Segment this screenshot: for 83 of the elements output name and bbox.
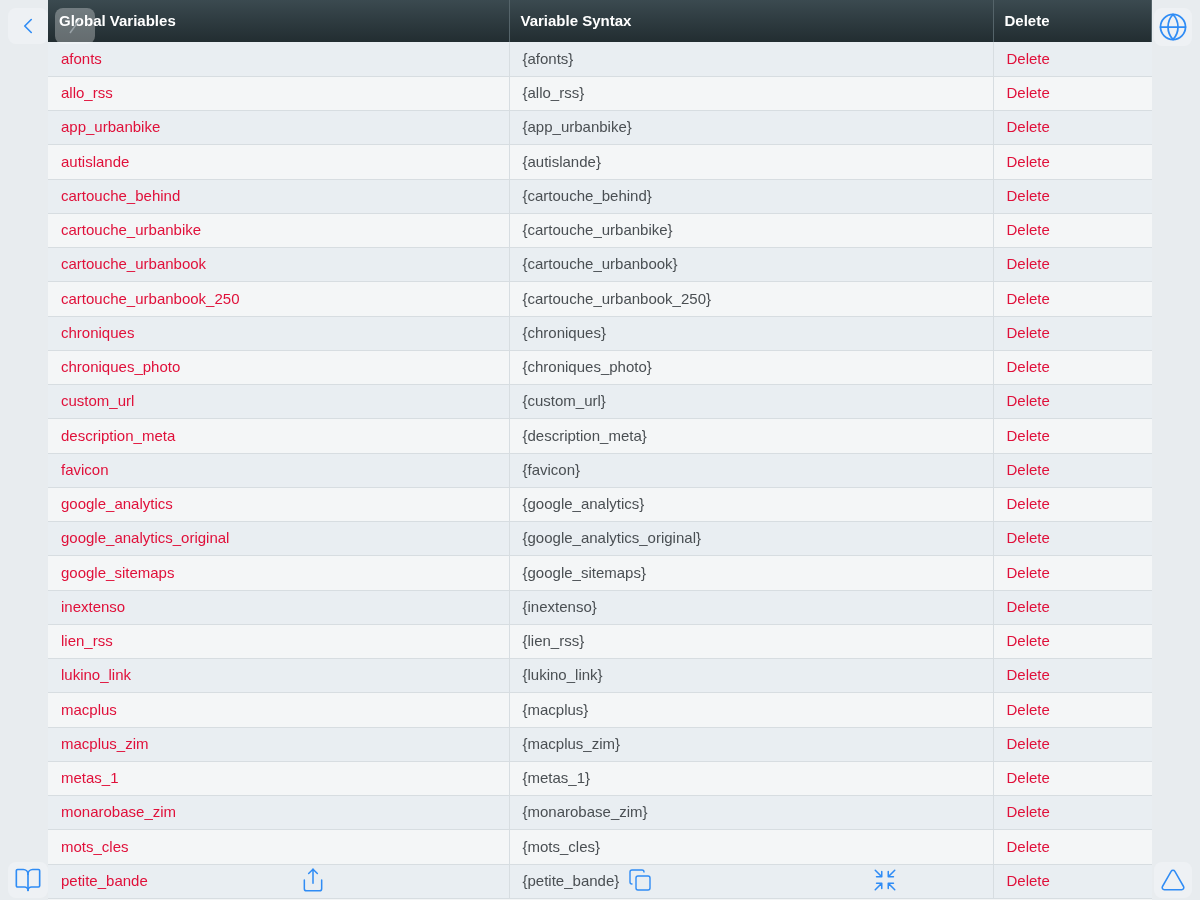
delete-link[interactable]: Delete xyxy=(1006,358,1050,376)
variable-name-link[interactable]: inextenso xyxy=(61,597,126,615)
variable-syntax: {custom_url} xyxy=(522,392,606,410)
variable-syntax: {afonts} xyxy=(522,49,574,67)
variable-syntax: {lien_rss} xyxy=(522,632,585,650)
delete-link[interactable]: Delete xyxy=(1006,255,1050,273)
variable-name-link[interactable]: google_analytics_original xyxy=(61,529,230,547)
variable-syntax: {monarobase_zim} xyxy=(522,803,648,821)
variable-syntax: {chroniques_photo} xyxy=(522,358,652,376)
delete-link[interactable]: Delete xyxy=(1006,221,1050,239)
variable-name-link[interactable]: custom_url xyxy=(61,392,135,410)
variable-name-link[interactable]: metas_1 xyxy=(61,769,119,787)
variable-name-link[interactable]: macplus xyxy=(61,700,117,718)
variable-syntax: {google_analytics_original} xyxy=(522,529,701,547)
delete-link[interactable]: Delete xyxy=(1006,84,1050,102)
variable-name-link[interactable]: lien_rss xyxy=(61,632,113,650)
variable-syntax: {google_sitemaps} xyxy=(522,563,646,581)
shrink-icon xyxy=(872,867,898,893)
delete-link[interactable]: Delete xyxy=(1006,666,1050,684)
variable-name-link[interactable]: google_sitemaps xyxy=(61,563,175,581)
variable-name-link[interactable]: petite_bande xyxy=(61,871,148,889)
delete-link[interactable]: Delete xyxy=(1006,734,1050,752)
delete-link[interactable]: Delete xyxy=(1006,186,1050,204)
book-icon xyxy=(14,866,42,894)
variable-syntax: {google_analytics} xyxy=(522,495,645,513)
variable-syntax: {description_meta} xyxy=(522,426,647,444)
delete-link[interactable]: Delete xyxy=(1006,118,1050,136)
variable-syntax: {cartouche_behind} xyxy=(522,186,652,204)
variable-syntax: {favicon} xyxy=(522,460,581,478)
variable-syntax: {macplus} xyxy=(522,700,589,718)
variable-syntax: {autislande} xyxy=(522,152,601,170)
variable-name-link[interactable]: autislande xyxy=(61,152,130,170)
variable-syntax: {macplus_zim} xyxy=(522,734,621,752)
delete-link[interactable]: Delete xyxy=(1006,563,1050,581)
globe-button[interactable] xyxy=(1154,8,1192,46)
variable-name-link[interactable]: cartouche_urbanbike xyxy=(61,221,202,239)
delete-link[interactable]: Delete xyxy=(1006,529,1050,547)
delete-link[interactable]: Delete xyxy=(1006,632,1050,650)
variable-name-link[interactable]: cartouche_behind xyxy=(61,186,181,204)
variable-name-link[interactable]: google_analytics xyxy=(61,495,173,513)
delete-link[interactable]: Delete xyxy=(1006,460,1050,478)
variable-name-link[interactable]: cartouche_urbanbook xyxy=(61,255,207,273)
variable-syntax: {inextenso} xyxy=(522,597,597,615)
delete-link[interactable]: Delete xyxy=(1006,49,1050,67)
delete-link[interactable]: Delete xyxy=(1006,837,1050,855)
variable-syntax: {lukino_link} xyxy=(522,666,603,684)
variable-name-link[interactable]: allo_rss xyxy=(61,84,113,102)
delete-link[interactable]: Delete xyxy=(1006,323,1050,341)
variable-name-link[interactable]: description_meta xyxy=(61,426,176,444)
variable-syntax: {chroniques} xyxy=(522,323,606,341)
delete-link[interactable]: Delete xyxy=(1006,392,1050,410)
delete-link[interactable]: Delete xyxy=(1006,871,1050,889)
delete-link[interactable]: Delete xyxy=(1006,803,1050,821)
delete-link[interactable]: Delete xyxy=(1006,769,1050,787)
delete-link[interactable]: Delete xyxy=(1006,426,1050,444)
globe-icon xyxy=(1158,12,1188,42)
variable-syntax: {cartouche_urbanbike} xyxy=(522,221,673,239)
delete-link[interactable]: Delete xyxy=(1006,152,1050,170)
variable-syntax: {allo_rss} xyxy=(522,84,585,102)
variable-name-link[interactable]: macplus_zim xyxy=(61,734,149,752)
delete-link[interactable]: Delete xyxy=(1006,289,1050,307)
scroll-top-button[interactable] xyxy=(1154,862,1192,898)
variable-syntax: {mots_cles} xyxy=(522,837,601,855)
variable-name-link[interactable]: cartouche_urbanbook_250 xyxy=(61,289,240,307)
variable-name-link[interactable]: lukino_link xyxy=(61,666,132,684)
variable-name-link[interactable]: chroniques_photo xyxy=(61,358,181,376)
variable-name-link[interactable]: afonts xyxy=(61,49,102,67)
variable-syntax: {petite_bande} xyxy=(522,871,620,889)
delete-link[interactable]: Delete xyxy=(1006,495,1050,513)
variable-name-link[interactable]: chroniques xyxy=(61,323,135,341)
variable-syntax: {app_urbanbike} xyxy=(522,118,632,136)
variable-name-link[interactable]: app_urbanbike xyxy=(61,118,161,136)
triangle-icon xyxy=(1160,867,1186,893)
delete-link[interactable]: Delete xyxy=(1006,700,1050,718)
variable-syntax: {cartouche_urbanbook_250} xyxy=(522,289,711,307)
copy-icon xyxy=(628,868,652,892)
variable-name-link[interactable]: monarobase_zim xyxy=(61,803,177,821)
bookmarks-button[interactable] xyxy=(8,862,48,898)
variable-name-link[interactable]: mots_cles xyxy=(61,837,129,855)
variable-name-link[interactable]: favicon xyxy=(61,460,109,478)
delete-link[interactable]: Delete xyxy=(1006,597,1050,615)
variable-syntax: {metas_1} xyxy=(522,769,591,787)
variable-syntax: {cartouche_urbanbook} xyxy=(522,255,678,273)
